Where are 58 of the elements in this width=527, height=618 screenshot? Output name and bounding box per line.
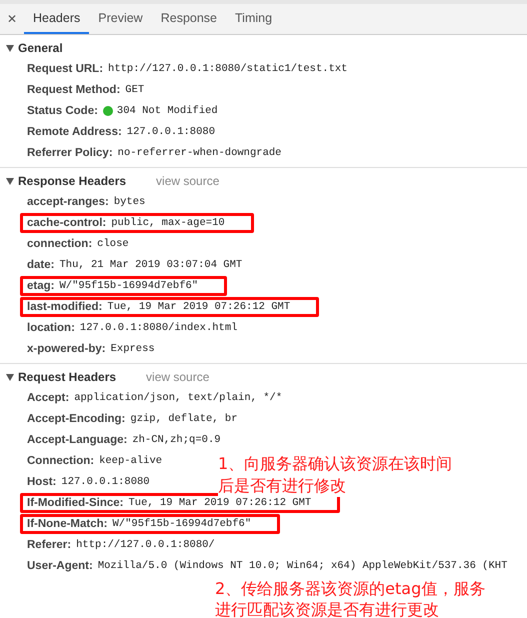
header-name: location: [27,322,75,334]
triangle-icon [6,178,14,184]
section-toggle[interactable]: Request Headers [0,370,116,384]
tab[interactable]: Headers [24,4,90,34]
header-value: 127.0.0.1:8080/index.html [80,322,238,334]
header-name: Request Method: [27,84,120,96]
header-name: Host: [27,476,56,488]
header-name: Connection: [27,454,94,466]
header-name: If-Modified-Since: [27,496,124,508]
header-value: GET [125,84,144,96]
header-value: Tue, 19 Mar 2019 07:26:12 GMT [107,300,290,312]
header-name: Status Code: [27,104,98,116]
header-value: 127.0.0.1:8080 [61,476,150,488]
header-value: no-referrer-when-downgrade [118,146,282,158]
header-value: zh-CN,zh;q=0.9 [132,434,221,446]
header-value: 304 Not Modified [116,104,218,116]
view-source-link[interactable]: view source [146,370,210,384]
header-value: Thu, 21 Mar 2019 03:07:04 GMT [59,258,242,270]
header-name: cache-control: [27,216,106,228]
header-value: bytes [114,196,146,208]
header-name: Remote Address: [27,126,122,138]
header-value: Tue, 19 Mar 2019 07:26:12 GMT [128,496,312,508]
header-name: connection: [27,238,92,250]
triangle-icon [6,374,14,380]
close-icon[interactable]: ✕ [0,4,24,34]
header-value: W/"95f15b-16994d7ebf6" [112,518,252,530]
tab[interactable]: Timing [226,4,282,34]
header-value: close [97,238,129,250]
header-value: W/"95f15b-16994d7ebf6" [59,280,198,292]
header-name: etag: [27,280,54,292]
header-value: application/json, text/plain, */* [74,392,282,404]
annotation-text: 2、传给服务器该资源的etag值，服务进行匹配该资源是否有进行更改 [215,578,486,618]
header-value: keep-alive [99,454,162,466]
header-name: Accept: [27,392,70,404]
header-name: Accept-Language: [27,434,128,446]
header-name: date: [27,258,54,270]
header-value: gzip, deflate, br [130,412,238,424]
header-name: User-Agent: [27,560,93,572]
header-value: Express [110,342,155,354]
triangle-icon [6,44,14,52]
header-value: public, max-age=10 [111,216,225,228]
header-name: accept-ranges: [27,196,109,208]
tab[interactable]: Preview [89,4,152,34]
header-name: Referrer Policy: [27,146,113,158]
header-value: http://127.0.0.1:8080/static1/test.txt [108,62,348,74]
view-source-link[interactable]: view source [156,174,220,188]
header-name: last-modified: [27,300,102,312]
header-name: Accept-Encoding: [27,412,126,424]
header-value: Mozilla/5.0 (Windows NT 10.0; Win64; x64) AppleWebKit/537.36 (KHT [98,560,508,572]
section-toggle[interactable]: Response Headers [0,174,126,188]
header-name: x-powered-by: [27,342,106,354]
header-name: Referer: [27,538,72,550]
header-value: http://127.0.0.1:8080/ [76,538,215,550]
header-name: If-None-Match: [27,518,108,530]
section-toggle[interactable]: General [0,41,63,55]
header-name: Request URL: [27,62,104,74]
header-value: 127.0.0.1:8080 [126,126,216,138]
tab[interactable]: Response [152,4,226,34]
